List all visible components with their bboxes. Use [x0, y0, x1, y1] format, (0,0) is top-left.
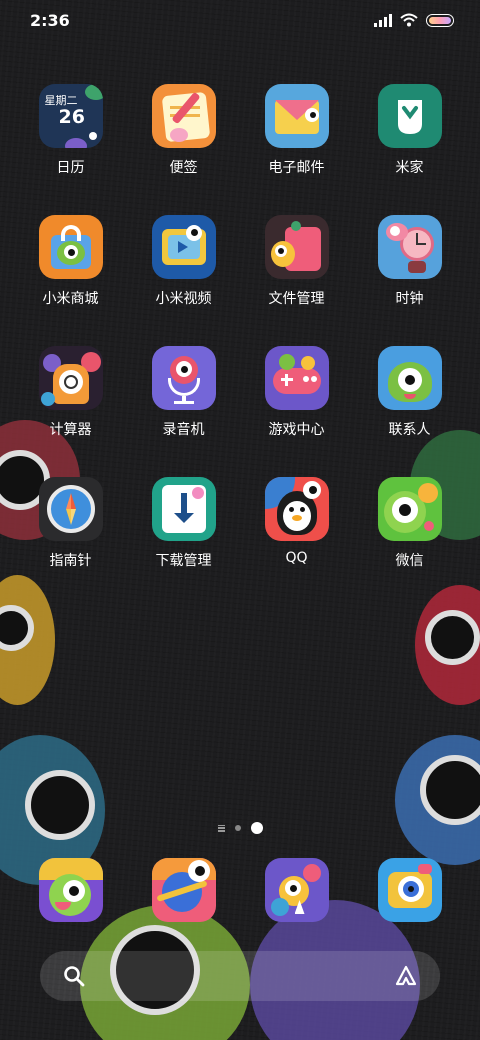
app-label: 小米商城 — [42, 291, 99, 307]
app-label: 计算器 — [49, 422, 92, 438]
app-label: QQ — [285, 550, 308, 566]
app-mijia[interactable]: 米家 — [353, 84, 466, 177]
app-clock[interactable]: 时钟 — [353, 215, 466, 308]
app-mi-video[interactable]: 小米视频 — [127, 215, 240, 308]
signal-icon — [374, 13, 392, 27]
app-compass[interactable]: 指南针 — [14, 477, 127, 570]
app-notes[interactable]: 便签 — [127, 84, 240, 177]
page-indicator[interactable] — [0, 822, 480, 834]
dock-app-3[interactable] — [240, 858, 353, 922]
notes-icon — [151, 84, 216, 148]
game-center-icon — [264, 346, 329, 410]
app-calculator[interactable]: 计算器 — [14, 346, 127, 439]
app-label: 联系人 — [388, 422, 431, 438]
page-list-indicator-icon — [217, 824, 225, 832]
app-game-center[interactable]: 游戏中心 — [240, 346, 353, 439]
battery-icon — [426, 13, 454, 27]
app-downloads[interactable]: 下载管理 — [127, 477, 240, 570]
app-wechat[interactable]: 微信 — [353, 477, 466, 570]
recorder-icon — [151, 346, 216, 410]
app-calendar[interactable]: 星期二 26 日历 — [14, 84, 127, 177]
app-label: 米家 — [395, 160, 424, 176]
dock-app-4[interactable] — [353, 858, 466, 922]
mi-store-icon — [38, 215, 103, 279]
status-time: 2:36 — [30, 11, 70, 30]
wifi-icon — [400, 13, 418, 27]
app-label: 便签 — [169, 160, 198, 176]
search-bar[interactable] — [40, 951, 440, 1001]
calculator-icon — [38, 346, 103, 410]
app-label: 录音机 — [162, 422, 205, 438]
app-email[interactable]: 电子邮件 — [240, 84, 353, 177]
downloads-icon — [151, 477, 216, 541]
app-file-manager[interactable]: 文件管理 — [240, 215, 353, 308]
page-dot — [234, 825, 241, 831]
app-label: 日历 — [56, 160, 85, 176]
mi-video-icon — [151, 215, 216, 279]
mijia-icon — [377, 84, 442, 148]
app-mi-store[interactable]: 小米商城 — [14, 215, 127, 308]
email-icon — [264, 84, 329, 148]
file-manager-icon — [264, 215, 329, 279]
contacts-icon — [377, 346, 442, 410]
app-label: 时钟 — [395, 291, 424, 307]
page-dot-active — [250, 822, 263, 834]
clock-icon — [377, 215, 442, 279]
status-bar: 2:36 — [0, 0, 480, 42]
search-icon[interactable] — [62, 964, 86, 988]
app-label: 指南针 — [49, 553, 92, 569]
app-recorder[interactable]: 录音机 — [127, 346, 240, 439]
status-icons — [374, 13, 454, 27]
calendar-day: 26 — [58, 106, 85, 128]
app-label: 游戏中心 — [268, 422, 325, 438]
app-label: 微信 — [395, 553, 424, 569]
monster-duo-icon — [264, 858, 329, 922]
compass-icon — [38, 477, 103, 541]
app-label: 小米视频 — [155, 291, 212, 307]
camera-icon — [377, 858, 442, 922]
app-label: 下载管理 — [155, 553, 212, 569]
qq-icon — [264, 477, 329, 541]
dock — [14, 858, 466, 922]
app-qq[interactable]: QQ — [240, 477, 353, 570]
dock-app-2[interactable] — [127, 858, 240, 922]
dock-app-1[interactable] — [14, 858, 127, 922]
assistant-icon[interactable] — [394, 964, 418, 988]
green-monster-icon — [38, 858, 103, 922]
calendar-icon: 星期二 26 — [38, 84, 103, 148]
app-label: 电子邮件 — [268, 160, 325, 176]
app-label: 文件管理 — [268, 291, 325, 307]
app-contacts[interactable]: 联系人 — [353, 346, 466, 439]
wechat-icon — [377, 477, 442, 541]
planet-icon — [151, 858, 216, 922]
app-grid: 星期二 26 日历 便签 电子邮件 米家 小米商城 小米视频 文件管理 时钟 计… — [14, 84, 466, 570]
